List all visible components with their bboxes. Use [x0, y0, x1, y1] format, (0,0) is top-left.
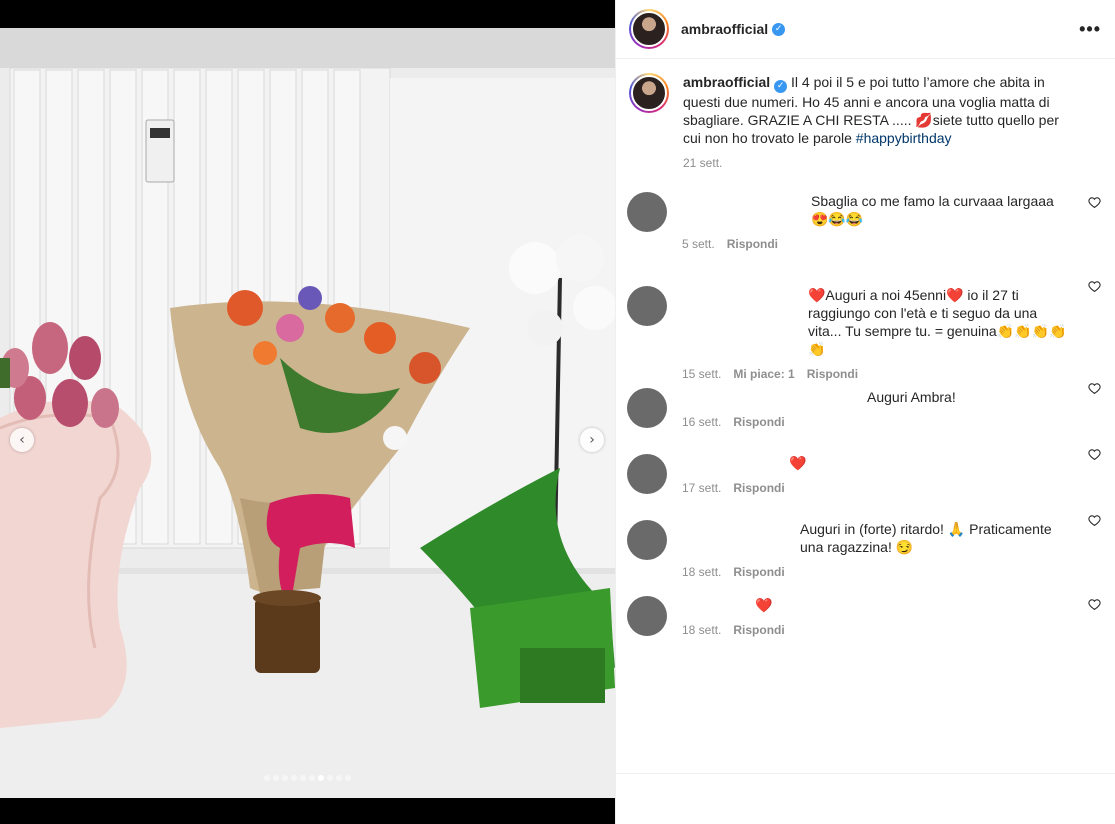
comment-item: Auguri Ambra! 16 sett. Rispondi	[627, 370, 1115, 436]
post-caption: ambraofficial ✓ Il 4 poi il 5 e poi tutto…	[616, 59, 1115, 184]
previous-slide-button[interactable]: ‹	[10, 428, 34, 452]
reply-button[interactable]: Rispondi	[733, 621, 784, 639]
chevron-right-icon: ›	[589, 432, 595, 448]
carousel-dot	[282, 775, 288, 781]
caption-avatar[interactable]	[629, 73, 669, 113]
verified-badge-icon: ✓	[774, 79, 788, 93]
comment-text: ❤️	[755, 597, 773, 613]
comment-item: ❤️ 17 sett. Rispondi	[627, 436, 1115, 502]
like-heart-icon[interactable]	[1088, 280, 1101, 293]
carousel-dot	[264, 775, 270, 781]
carousel-dot	[291, 775, 297, 781]
caption-timestamp[interactable]: 21 sett.	[683, 154, 1073, 172]
carousel-dot	[336, 775, 342, 781]
avatar[interactable]	[629, 9, 669, 49]
like-heart-icon[interactable]	[1088, 514, 1101, 527]
comment-text: ❤️	[789, 455, 807, 471]
like-heart-icon[interactable]	[1088, 382, 1101, 395]
comment-timestamp[interactable]: 5 sett.	[682, 235, 715, 253]
next-slide-button[interactable]: ›	[580, 428, 604, 452]
comment-text: Auguri Ambra!	[867, 389, 956, 405]
post-header: ambraofficial ✓ •••	[616, 0, 1115, 59]
post-photo[interactable]: ‹ ›	[0, 28, 615, 798]
sidebar-divider	[616, 773, 1115, 774]
comment-list: Sbaglia co me famo la curvaaa largaaa 😍😂…	[616, 184, 1115, 652]
comment-text: Sbaglia co me famo la curvaaa largaaa 😍😂…	[811, 193, 1054, 227]
reply-button[interactable]: Rispondi	[733, 413, 784, 431]
post-media: ‹ ›	[0, 0, 615, 824]
comment-item: ❤️Auguri a noi 45enni❤️ io il 27 ti ragg…	[627, 268, 1115, 381]
comment-text: ❤️Auguri a noi 45enni❤️ io il 27 ti ragg…	[808, 287, 1067, 357]
like-heart-icon[interactable]	[1088, 448, 1101, 461]
comment-avatar[interactable]	[627, 454, 667, 494]
carousel-dot	[318, 775, 324, 781]
comment-timestamp[interactable]: 18 sett.	[682, 621, 721, 639]
verified-badge-icon: ✓	[772, 22, 786, 36]
reply-button[interactable]: Rispondi	[733, 563, 784, 581]
comment-timestamp[interactable]: 16 sett.	[682, 413, 721, 431]
comment-item: Auguri in (forte) ritardo! 🙏 Praticament…	[627, 502, 1115, 586]
comment-text: Auguri in (forte) ritardo! 🙏 Praticament…	[800, 521, 1052, 555]
comment-item: ❤️ 18 sett. Rispondi	[627, 586, 1115, 652]
comment-avatar[interactable]	[627, 286, 667, 326]
post-sidebar: ambraofficial ✓ ••• ambraofficial ✓ Il 4 …	[615, 0, 1115, 824]
caption-username[interactable]: ambraofficial	[683, 74, 770, 90]
comment-item: Sbaglia co me famo la curvaaa largaaa 😍😂…	[627, 184, 1115, 268]
reply-button[interactable]: Rispondi	[727, 235, 778, 253]
carousel-dot	[273, 775, 279, 781]
comment-timestamp[interactable]: 18 sett.	[682, 563, 721, 581]
comment-avatar[interactable]	[627, 520, 667, 560]
comment-avatar[interactable]	[627, 596, 667, 636]
carousel-dot	[327, 775, 333, 781]
comment-timestamp[interactable]: 17 sett.	[682, 479, 721, 497]
chevron-left-icon: ‹	[19, 432, 25, 448]
more-options-icon[interactable]: •••	[1079, 19, 1101, 40]
carousel-dot	[345, 775, 351, 781]
flowers-photo-illustration	[0, 28, 615, 798]
carousel-indicator	[0, 775, 615, 781]
like-heart-icon[interactable]	[1088, 598, 1101, 611]
comment-avatar[interactable]	[627, 192, 667, 232]
caption-hashtag-link[interactable]: #happybirthday	[856, 130, 952, 146]
carousel-dot	[309, 775, 315, 781]
carousel-dot	[300, 775, 306, 781]
comment-avatar[interactable]	[627, 388, 667, 428]
header-username[interactable]: ambraofficial	[681, 21, 768, 37]
like-heart-icon[interactable]	[1088, 196, 1101, 209]
reply-button[interactable]: Rispondi	[733, 479, 784, 497]
